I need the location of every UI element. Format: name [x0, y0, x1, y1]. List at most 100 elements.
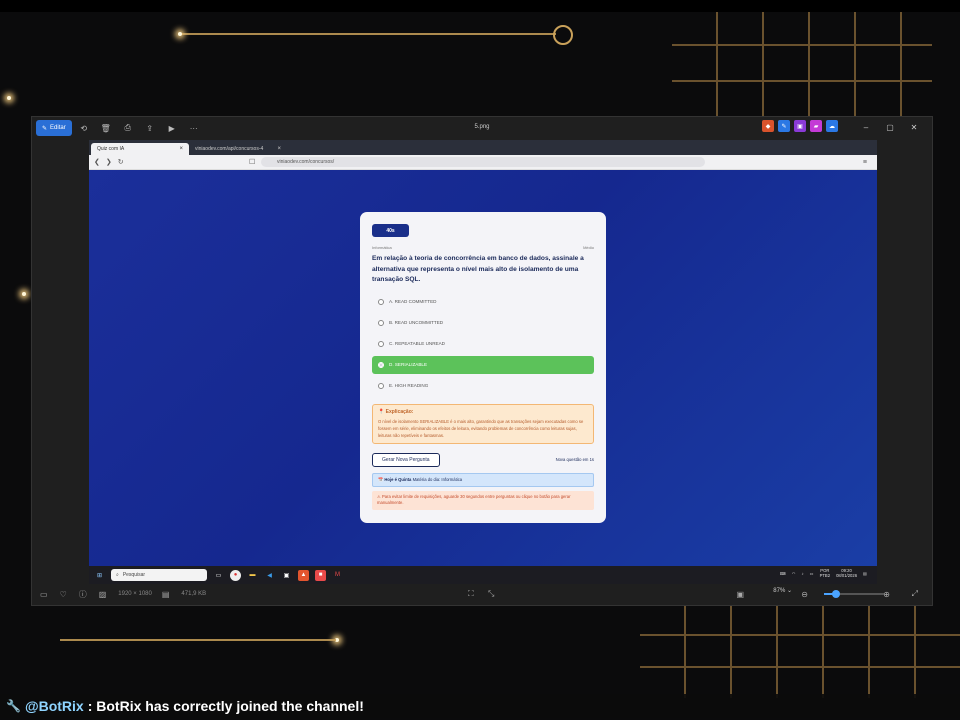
- search-placeholder: Pesquisar: [122, 572, 146, 578]
- option-c[interactable]: C. REPEATABLE UNREAD: [372, 335, 594, 353]
- app-icon[interactable]: ■: [315, 569, 326, 581]
- print-icon[interactable]: ⎙: [118, 120, 138, 136]
- compare-icon[interactable]: ▣: [736, 590, 744, 599]
- next-question-timer: Nova questão em 1s: [555, 457, 594, 462]
- circuit-glow: [7, 96, 11, 100]
- maximize-icon[interactable]: ▢: [880, 120, 900, 134]
- tab-close-icon[interactable]: ×: [179, 146, 183, 152]
- new-question-button[interactable]: Gerar Nova Pergunta: [372, 452, 440, 467]
- subject-label: Informática: [372, 245, 392, 250]
- notification-icon[interactable]: ▤: [863, 571, 867, 576]
- screenshot-image: Quiz com IA × viniaodev.com/api/concurso…: [89, 140, 877, 584]
- share-icon[interactable]: ⇪: [140, 120, 160, 136]
- disk-icon: ▤: [161, 589, 170, 599]
- tab-label: viniaodev.com/api/concursos-4: [195, 146, 264, 152]
- cloud-icon[interactable]: ☁: [826, 120, 838, 132]
- fullscreen-icon[interactable]: ⤢: [912, 589, 918, 599]
- app-icon[interactable]: ▣: [794, 120, 806, 132]
- option-a[interactable]: A. READ COMMITTED: [372, 293, 594, 311]
- gold-grid-decor: [672, 12, 932, 116]
- option-d[interactable]: D. SERIALIZABLE: [372, 355, 594, 374]
- viewer-statusbar: ▭ ♡ ⓘ ▨ 1920 × 1080 ▤ 471,9 KB ⛶ ⤡ ▣ 87%…: [32, 583, 932, 605]
- clock[interactable]: 09:20 08/01/2026: [836, 568, 857, 578]
- option-label: E. HIGH READING: [389, 383, 429, 388]
- circuit-glow: [22, 292, 26, 296]
- folder-icon[interactable]: ▬: [247, 570, 258, 581]
- option-label: C. REPEATABLE UNREAD: [389, 341, 445, 346]
- slideshow-icon[interactable]: ▶: [162, 120, 182, 136]
- warning-icon: ⚠: [377, 493, 381, 499]
- task-view-icon[interactable]: ▭: [213, 570, 224, 581]
- radio-icon: [378, 340, 384, 347]
- chrome-icon[interactable]: ●: [230, 569, 241, 581]
- minimize-icon[interactable]: –: [856, 120, 876, 134]
- browser-tab[interactable]: viniaodev.com/api/concursos-4 ×: [189, 143, 287, 155]
- address-bar: ❮ ❯ ↻ viniaodev.com/concursos/ ☐ ≡: [89, 155, 877, 170]
- app-icon[interactable]: ✎: [778, 120, 790, 132]
- extension-icon[interactable]: ≡: [863, 159, 867, 166]
- today-label: Hoje é Quinta: [384, 476, 412, 482]
- chat-text: : BotRix has correctly joined the channe…: [87, 698, 364, 714]
- forward-icon[interactable]: ❯: [106, 158, 112, 166]
- bookmark-icon[interactable]: ☐: [249, 158, 255, 166]
- file-size: 471,9 KB: [181, 591, 207, 597]
- app-icon[interactable]: ▰: [810, 120, 822, 132]
- today-banner: 📅 Hoje é Quinta Matéria do dia: Informát…: [372, 472, 594, 487]
- reload-icon[interactable]: ↻: [118, 158, 124, 166]
- rotate-icon[interactable]: ⟲: [74, 120, 94, 136]
- calendar-icon: 📅: [378, 476, 384, 482]
- timer-badge: 40s: [372, 224, 409, 237]
- zoom-level[interactable]: 87% ⌄: [773, 587, 792, 594]
- option-label: B. READ UNCOMMITTED: [389, 320, 444, 325]
- zoom-slider[interactable]: [824, 590, 884, 598]
- fit-icon[interactable]: ⤡: [488, 589, 494, 599]
- filmstrip-icon[interactable]: ▭: [40, 590, 48, 599]
- volume-icon[interactable]: ♪: [802, 571, 804, 576]
- photo-viewer-window: ✎ Editar ⟲ 🗑 ⎙ ⇪ ▶ ··· 5.png ◆ ✎ ▣ ▰ ☁ –…: [31, 116, 933, 606]
- tab-close-icon[interactable]: ×: [277, 146, 281, 152]
- warning-text: Para evitar limite de requisições, aguar…: [377, 493, 571, 506]
- browser-tabbar: Quiz com IA × viniaodev.com/api/concurso…: [89, 140, 877, 155]
- info-icon[interactable]: ⓘ: [79, 589, 87, 600]
- search-icon: ⌕: [116, 572, 119, 578]
- radio-icon: [378, 319, 384, 326]
- store-icon[interactable]: ▣: [281, 570, 292, 581]
- vscode-icon[interactable]: ◀: [264, 570, 275, 581]
- option-b[interactable]: B. READ UNCOMMITTED: [372, 314, 594, 332]
- windows-start-icon[interactable]: ⊞: [94, 570, 105, 581]
- pencil-icon: ✎: [42, 125, 48, 132]
- url-field[interactable]: viniaodev.com/concursos/: [261, 157, 705, 167]
- close-icon[interactable]: ✕: [904, 120, 924, 134]
- option-e[interactable]: E. HIGH READING: [372, 377, 594, 395]
- viewer-right-controls: ◆ ✎ ▣ ▰ ☁ – ▢ ✕: [762, 120, 924, 134]
- brave-icon[interactable]: ▲: [298, 569, 309, 581]
- wifi-icon[interactable]: ◠: [792, 571, 796, 576]
- zoom-knob[interactable]: [832, 590, 840, 598]
- delete-icon[interactable]: 🗑: [96, 120, 116, 136]
- app-icon[interactable]: ◆: [762, 120, 774, 132]
- image-icon: ▨: [98, 589, 107, 599]
- taskbar-search[interactable]: ⌕ Pesquisar: [111, 569, 207, 581]
- zoom-in-icon[interactable]: ⊕: [883, 590, 890, 599]
- more-button[interactable]: ···: [184, 120, 204, 136]
- back-icon[interactable]: ❮: [94, 158, 100, 166]
- gold-grid-decor: [640, 604, 960, 698]
- image-dimensions: 1920 × 1080: [118, 591, 152, 597]
- edit-button[interactable]: ✎ Editar: [36, 120, 72, 136]
- radio-icon: [378, 361, 384, 368]
- tab-label: Quiz com IA: [97, 146, 125, 152]
- quiz-card: 40s Informática Médio Em relação à teori…: [360, 212, 606, 523]
- heart-icon[interactable]: ♡: [60, 590, 67, 599]
- zoom-out-icon[interactable]: ⊖: [801, 590, 808, 599]
- wrench-icon: 🔧: [6, 699, 21, 713]
- edit-label: Editar: [50, 125, 66, 131]
- crop-icon[interactable]: ⛶: [468, 589, 474, 599]
- browser-tab[interactable]: Quiz com IA ×: [91, 143, 189, 155]
- keyboard-icon[interactable]: ⌨: [780, 571, 786, 576]
- question-text: Em relação à teoria de concorrência em b…: [372, 255, 584, 283]
- chevron-down-icon: ⌄: [786, 588, 792, 594]
- battery-icon[interactable]: ▭: [810, 571, 814, 576]
- system-tray: ⌨ ◠ ♪ ▭ POR PTB2 09:20 08/01/2026 ▤: [780, 568, 867, 578]
- gmail-icon[interactable]: M: [332, 570, 343, 581]
- quiz-meta: Informática Médio: [372, 245, 594, 250]
